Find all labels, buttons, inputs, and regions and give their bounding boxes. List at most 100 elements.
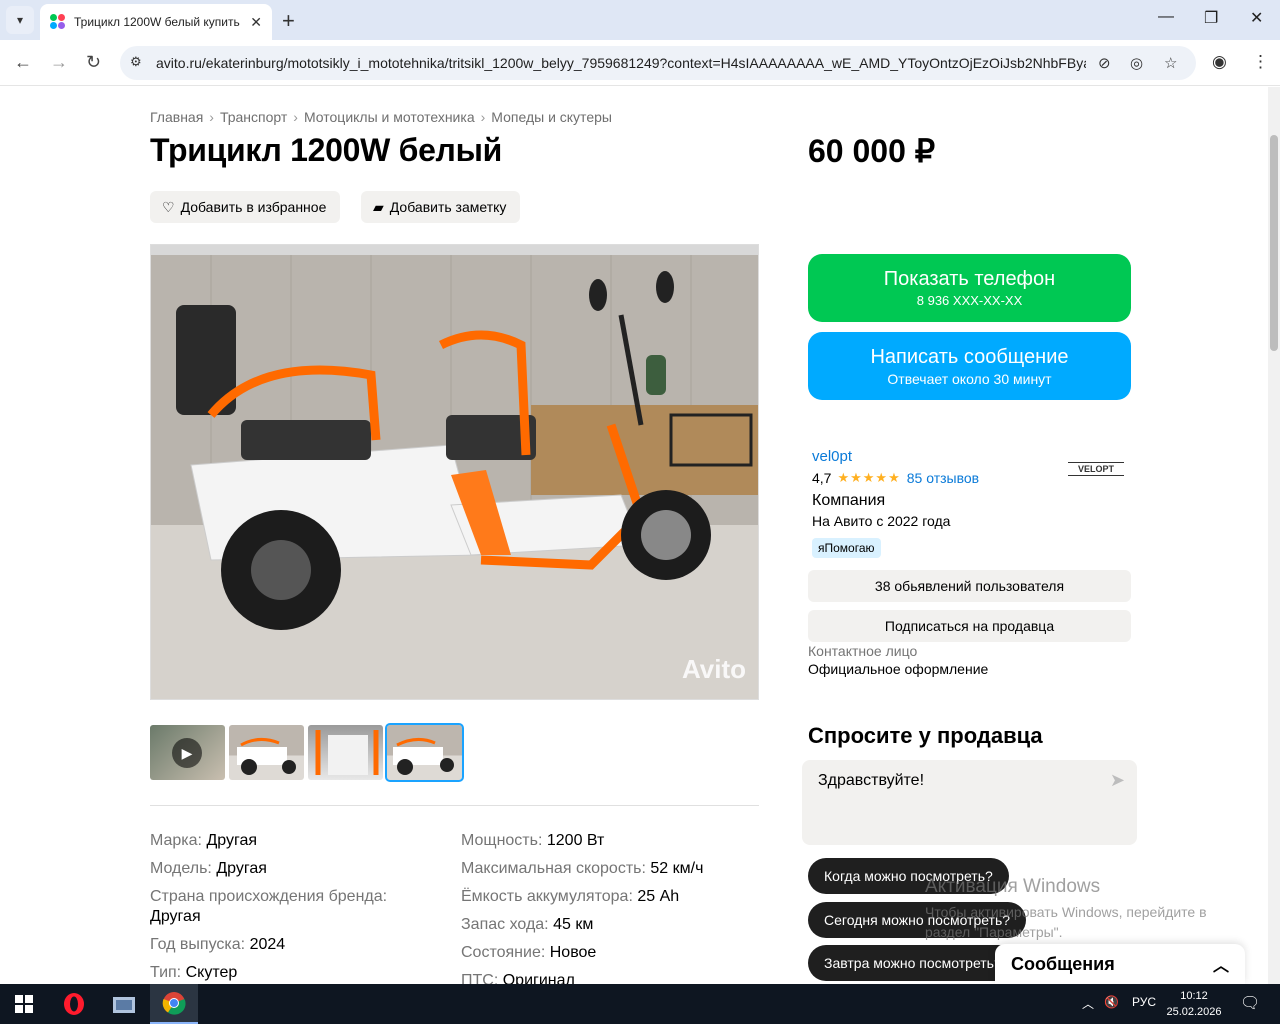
messages-panel[interactable]: Сообщения ︿ (995, 944, 1245, 984)
tab-search-button[interactable]: ▾ (6, 6, 34, 34)
ya-pomogayu-badge[interactable]: яПомогаю (812, 538, 881, 558)
add-note-button[interactable]: ▰ Добавить заметку (361, 191, 521, 223)
param-key: Ёмкость аккумулятора: (461, 888, 633, 905)
windows-start-icon[interactable] (0, 984, 48, 1024)
param-key: Состояние: (461, 944, 546, 961)
contact-value: Официальное оформление (808, 661, 989, 677)
breadcrumb-home[interactable]: Главная (150, 109, 203, 125)
thumbnail-video[interactable]: ▶ (150, 725, 225, 780)
param-value: 2024 (249, 936, 286, 953)
volume-muted-icon[interactable]: 🔇 (1104, 995, 1119, 1009)
param-value: Оригинал (502, 972, 575, 984)
write-message-label: Написать сообщение (870, 346, 1069, 368)
contact-label: Контактное лицо (808, 643, 918, 659)
activation-line: раздел "Параметры". (925, 924, 1063, 940)
tray-chevron-up-icon[interactable]: ︿ (1082, 995, 1094, 1012)
param-row: Тип: Скутер (150, 959, 387, 984)
chrome-icon[interactable] (150, 984, 198, 1024)
param-key: Запас хода: (461, 916, 549, 933)
write-message-button[interactable]: Написать сообщение Отвечает около 30 мин… (808, 332, 1131, 400)
param-row: ПТС: Оригинал (461, 967, 703, 984)
thumbnail-photo[interactable] (308, 725, 383, 780)
rating-stars-icon: ★★★★★ (837, 470, 901, 485)
new-tab-button[interactable]: + (282, 8, 295, 34)
seller-ads-button[interactable]: 38 обьявлений пользователя (808, 570, 1131, 602)
tracking-off-icon[interactable]: ⊘ (1098, 54, 1111, 72)
seller-type: Компания (812, 492, 886, 509)
browser-tab-active[interactable]: Трицикл 1200W белый купить ✕ (40, 4, 272, 40)
heart-icon: ♡ (162, 198, 175, 215)
param-key: Страна происхождения бренда: (150, 888, 388, 905)
param-row: Ёмкость аккумулятора: 25 Ah (461, 883, 703, 911)
message-box: ➤ (802, 760, 1137, 845)
menu-icon[interactable]: ⋮ (1252, 52, 1269, 72)
show-phone-label: Показать телефон (883, 268, 1056, 290)
breadcrumb-scooters[interactable]: Мопеды и скутеры (491, 109, 612, 125)
chevron-up-icon[interactable]: ︿ (1213, 952, 1229, 976)
send-icon[interactable]: ➤ (1110, 770, 1125, 791)
subscribe-seller-button[interactable]: Подписаться на продавца (808, 610, 1131, 642)
seller-name-link[interactable]: vel0pt (812, 448, 852, 465)
clock[interactable]: 10:12 25.02.2026 (1166, 988, 1222, 1020)
browser-tab-bar: ▾ Трицикл 1200W белый купить ✕ + — ❐ ✕ (0, 0, 1280, 40)
params-left: Марка: Другая Модель: Другая Страна прои… (150, 827, 387, 984)
tab-close-icon[interactable]: ✕ (250, 14, 262, 31)
forward-icon[interactable]: → (50, 52, 68, 73)
param-value: Другая (150, 908, 201, 925)
breadcrumb-transport[interactable]: Транспорт (220, 109, 287, 125)
show-phone-button[interactable]: Показать телефон 8 936 XXX-XX-XX (808, 254, 1131, 322)
restore-icon[interactable]: ❐ (1204, 8, 1218, 28)
main-photo[interactable]: Avito (150, 244, 759, 700)
windows-taskbar: ︿ 🔇 РУС 10:12 25.02.2026 🗨 (0, 984, 1280, 1024)
messages-panel-title: Сообщения (1011, 953, 1115, 974)
price: 60 000 ₽ (808, 133, 936, 169)
param-row: Состояние: Новое (461, 939, 703, 967)
tricycle-photo-illustration (151, 245, 758, 699)
avito-watermark: Avito (681, 654, 746, 684)
tab-title: Трицикл 1200W белый купить (74, 15, 240, 29)
ask-seller-title: Спросите у продавца (808, 723, 1043, 748)
param-value: Другая (216, 860, 267, 877)
breadcrumb-motorcycles[interactable]: Мотоциклы и мототехника (304, 109, 475, 125)
reload-icon[interactable]: ↻ (86, 52, 101, 73)
param-key: Марка: (150, 832, 202, 849)
page-title: Трицикл 1200W белый (150, 132, 502, 168)
browser-toolbar: ← → ↻ ⚙ avito.ru/ekaterinburg/mototsikly… (0, 40, 1280, 86)
scrollbar-thumb[interactable] (1270, 135, 1278, 351)
add-note-label: Добавить заметку (389, 199, 507, 215)
address-bar[interactable]: ⚙ avito.ru/ekaterinburg/mototsikly_i_mot… (120, 46, 1196, 80)
notifications-icon[interactable]: 🗨 (1240, 993, 1260, 1013)
param-row: Мощность: 1200 Вт (461, 827, 703, 855)
profile-icon[interactable]: ◉ (1212, 52, 1227, 72)
add-favorite-button[interactable]: ♡ Добавить в избранное (150, 191, 341, 223)
site-info-icon[interactable]: ⚙ (130, 54, 142, 70)
param-row: Запас хода: 45 км (461, 911, 703, 939)
thumbnail-photo[interactable] (229, 725, 304, 780)
seller-logo[interactable]: VELOPT (1068, 452, 1124, 488)
quick-question-chip[interactable]: Завтра можно посмотреть? (808, 945, 1008, 981)
param-key: Год выпуска: (150, 936, 246, 953)
url-text[interactable]: avito.ru/ekaterinburg/mototsikly_i_motot… (156, 55, 1086, 71)
opera-icon[interactable] (50, 984, 98, 1024)
reviews-link[interactable]: 85 отзывов (907, 470, 979, 486)
thumbnail-photo-active[interactable] (385, 723, 464, 782)
file-explorer-icon[interactable] (100, 984, 148, 1024)
clock-time: 10:12 (1180, 990, 1208, 1002)
seller-logo-text: VELOPT (1068, 462, 1124, 476)
photo-thumbnails: ▶ (150, 723, 464, 782)
back-icon[interactable]: ← (14, 52, 32, 73)
minimize-icon[interactable]: — (1158, 8, 1174, 26)
param-key: ПТС: (461, 972, 499, 984)
window-close-icon[interactable]: ✕ (1250, 8, 1263, 28)
divider (150, 805, 759, 806)
language-indicator[interactable]: РУС (1132, 995, 1156, 1009)
lens-icon[interactable]: ◎ (1130, 54, 1143, 72)
play-icon: ▶ (172, 738, 202, 768)
param-value: 52 км/ч (650, 860, 704, 877)
page-scrollbar[interactable] (1268, 87, 1280, 984)
params-right: Мощность: 1200 Вт Максимальная скорость:… (461, 827, 703, 984)
message-input[interactable] (818, 772, 1098, 832)
bookmark-star-icon[interactable]: ☆ (1164, 54, 1177, 72)
param-key: Мощность: (461, 832, 543, 849)
param-row: Максимальная скорость: 52 км/ч (461, 855, 703, 883)
